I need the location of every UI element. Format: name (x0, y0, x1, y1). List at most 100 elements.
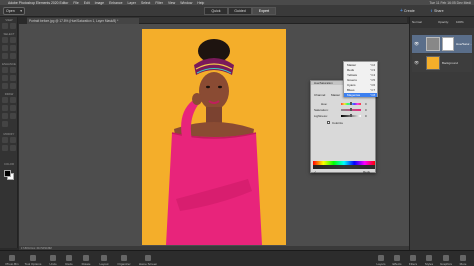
menu-select[interactable]: Select (141, 1, 150, 5)
filters-panel-button[interactable]: Filters (406, 252, 420, 266)
opacity-value[interactable]: 100% (456, 20, 464, 24)
zoom-tool-icon[interactable] (2, 23, 8, 29)
photo-bin-icon (9, 255, 15, 261)
footer-check[interactable]: ✓ (314, 170, 317, 174)
redo-button[interactable]: Redo (62, 252, 76, 266)
dropdown-item-blues[interactable]: Blues ⌥7 (344, 88, 377, 92)
menu-image[interactable]: Image (95, 1, 104, 5)
home-screen-button[interactable]: Home Screen (136, 252, 160, 266)
app-name[interactable]: Adobe Photoshop Elements 2020 Editor (8, 1, 68, 5)
photo-bin-button[interactable]: Photo Bin (2, 252, 22, 266)
styles-panel-button[interactable]: Styles (422, 252, 436, 266)
menu-layer[interactable]: Layer (127, 1, 135, 5)
item-label: Cyans (347, 83, 356, 88)
menu-filter[interactable]: Filter (155, 1, 163, 5)
clone-stamp-tool-icon[interactable] (10, 75, 16, 81)
hue-slider-thumb[interactable] (350, 102, 352, 105)
spot-healing-tool-icon[interactable] (10, 67, 16, 73)
undo-button[interactable]: Undo (46, 252, 60, 266)
eye-icon[interactable]: 👁 (414, 41, 419, 46)
effects-icon (394, 255, 400, 261)
foreground-color-swatch[interactable] (4, 170, 11, 177)
saturation-value[interactable]: 0 (365, 108, 367, 112)
plus-icon: + (400, 8, 403, 14)
layout-button[interactable]: Layout (96, 252, 112, 266)
red-eye-tool-icon[interactable] (2, 67, 8, 73)
layers-panel-button[interactable]: Layers (374, 252, 388, 266)
filters-icon (410, 255, 416, 261)
create-button[interactable]: + Create (400, 7, 426, 15)
gradient-tool-icon[interactable] (10, 105, 16, 111)
label: Layers (376, 262, 386, 266)
menu-edit[interactable]: Edit (84, 1, 90, 5)
label: Styles (424, 262, 434, 266)
menu-file[interactable]: File (73, 1, 78, 5)
eraser-tool-icon[interactable] (10, 97, 16, 103)
panel-header: Normal Opacity: 100% (410, 17, 474, 28)
magic-wand-tool-icon[interactable] (10, 45, 16, 51)
layer-mask-thumbnail[interactable] (442, 37, 454, 51)
recompose-tool-icon[interactable] (10, 137, 16, 143)
crop-tool-icon[interactable] (2, 137, 8, 143)
background-layer-thumbnail (426, 56, 440, 70)
adjusted-spectrum-bar[interactable] (313, 165, 375, 169)
dropdown-item-greens[interactable]: Greens ⌥5 (344, 78, 377, 82)
effects-panel-button[interactable]: Effects (390, 252, 404, 266)
dropdown-item-magentas[interactable]: Magentas ⌥8 (344, 93, 377, 98)
sponge-tool-icon[interactable] (10, 83, 16, 89)
system-clock: Tue 11 Feb 16:05 Dev Medi (429, 0, 471, 5)
tab-guided[interactable]: Guided (228, 7, 252, 15)
layer-row-background[interactable]: 👁 Background (412, 54, 472, 72)
move-tool-icon[interactable] (2, 37, 8, 43)
item-label: Blues (347, 88, 355, 93)
tab-quick[interactable]: Quick (204, 7, 228, 15)
blend-mode-select[interactable]: Normal (412, 20, 422, 24)
content-aware-move-tool-icon[interactable] (2, 145, 8, 151)
menu-help[interactable]: Help (197, 1, 204, 5)
tab-expert[interactable]: Expert (252, 7, 276, 15)
eye-tool-icon[interactable] (10, 53, 16, 59)
tool-options-button[interactable]: Tool Options (22, 252, 44, 266)
open-button[interactable]: Open ▾ (3, 7, 25, 15)
menu-enhance[interactable]: Enhance (109, 1, 122, 5)
dropdown-item-yellows[interactable]: Yellows ⌥4 (344, 73, 377, 77)
dropdown-item-master[interactable]: Master ⌥2 (344, 63, 377, 67)
shape-tool-icon[interactable] (2, 113, 8, 119)
dropdown-item-cyans[interactable]: Cyans ⌥6 (344, 83, 377, 87)
graphics-panel-button[interactable]: Graphics (438, 252, 454, 266)
channel-label: Channel: (314, 93, 327, 97)
more-panel-button[interactable]: More (456, 252, 470, 266)
menu-window[interactable]: Window (180, 1, 192, 5)
share-button[interactable]: ⇪ Share (430, 7, 456, 15)
colorize-checkbox[interactable] (327, 121, 330, 124)
organizer-button[interactable]: Organizer (114, 252, 134, 266)
label: Rotate (81, 262, 91, 266)
rotate-button[interactable]: Rotate (78, 252, 94, 266)
saturation-slider-thumb[interactable] (350, 108, 352, 111)
hand-tool-icon[interactable] (10, 23, 16, 29)
lasso-tool-icon[interactable] (2, 45, 8, 51)
lightness-slider-thumb[interactable] (350, 114, 352, 117)
lightness-value[interactable]: 0 (365, 114, 367, 118)
eye-icon[interactable]: 👁 (414, 60, 419, 65)
create-label: Create (403, 9, 415, 13)
dropdown-item-reds[interactable]: Reds ⌥3 (344, 68, 377, 72)
photo-canvas[interactable] (142, 29, 286, 245)
blur-tool-icon[interactable] (2, 83, 8, 89)
section-view: VIEW (5, 18, 13, 22)
quick-selection-tool-icon[interactable] (2, 53, 8, 59)
straighten-tool-icon[interactable] (10, 145, 16, 151)
pencil-tool-icon[interactable] (2, 121, 8, 127)
hue-value[interactable]: 0 (365, 102, 367, 106)
channel-dropdown-menu: Master ⌥2 Reds ⌥3 Yellows ⌥4 Greens ⌥5 Cyans… (343, 61, 378, 98)
label: Layout (99, 262, 109, 266)
menu-view[interactable]: View (168, 1, 175, 5)
smart-brush-tool-icon[interactable] (2, 75, 8, 81)
channel-select[interactable]: Master (331, 93, 340, 97)
paint-bucket-tool-icon[interactable] (2, 105, 8, 111)
marquee-tool-icon[interactable] (10, 37, 16, 43)
text-tool-icon[interactable] (10, 113, 16, 119)
hue-label: Hue: (321, 102, 328, 106)
brush-tool-icon[interactable] (2, 97, 8, 103)
item-shortcut: ⌥5 (369, 78, 375, 83)
